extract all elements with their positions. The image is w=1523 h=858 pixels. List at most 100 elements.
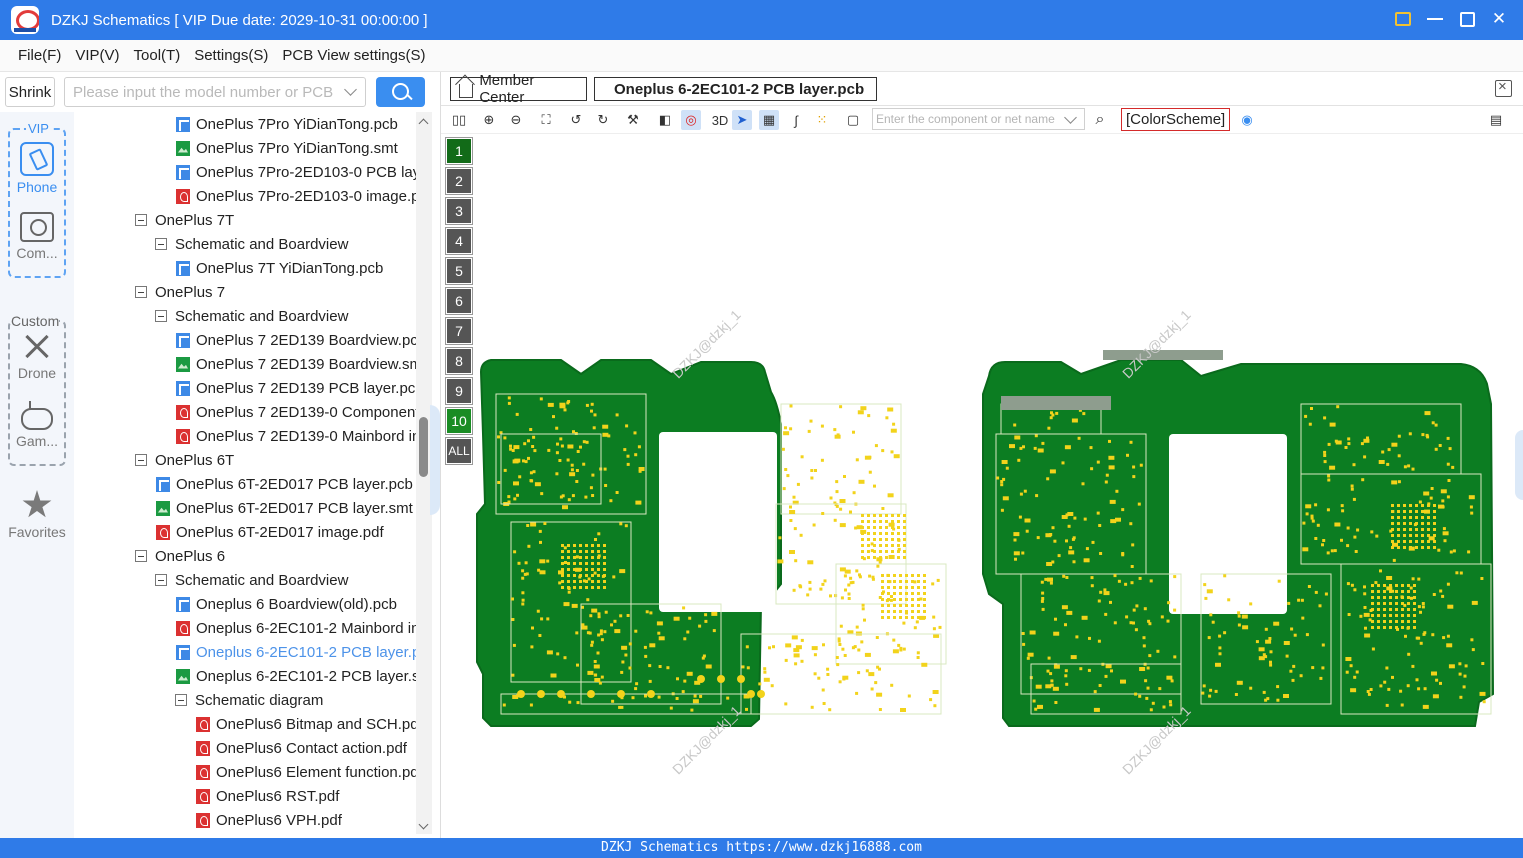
collapse-icon[interactable] [135,214,147,226]
tree-item[interactable]: OnePlus 6T-2ED017 PCB layer.smt [74,496,416,520]
tree-item[interactable]: OnePlus 7Pro YiDianTong.smt [74,136,416,160]
menu-vip[interactable]: VIP(V) [75,47,119,64]
net-search-input[interactable] [873,109,1061,129]
minimize-button[interactable] [1425,8,1445,30]
nav-game[interactable]: Gam... [0,401,74,449]
collapse-icon[interactable] [155,574,167,586]
mouse-icon[interactable]: ▢ [843,110,863,130]
zoom-in-icon[interactable]: ⊕ [479,110,499,130]
maximize-button[interactable] [1457,8,1477,30]
menu-tool[interactable]: Tool(T) [134,47,181,64]
pads-icon[interactable]: ⁙ [812,110,832,130]
color-scheme-button[interactable]: [ColorScheme] [1121,108,1231,131]
home-icon [459,84,474,98]
net-view-icon[interactable]: ▦ [759,110,779,130]
smd-pad [1387,687,1391,691]
tree-item[interactable]: OnePlus6 Element function.pdf [74,760,416,784]
menu-file[interactable]: File(F) [18,47,61,64]
collapse-icon[interactable] [155,238,167,250]
tree-item[interactable]: OnePlus 7 2ED139 PCB layer.pcb [74,376,416,400]
tree-item[interactable]: Schematic diagram [74,688,416,712]
tree-item[interactable]: OnePlus 7 [74,280,416,304]
model-search[interactable] [64,77,366,107]
tree-item[interactable]: OnePlus 7 2ED139 Boardview.smt [74,352,416,376]
chevron-down-icon[interactable] [1064,111,1077,124]
tree-item[interactable]: Schematic and Boardview [74,568,416,592]
menu-pcb-view-settings[interactable]: PCB View settings(S) [282,47,425,64]
zoom-out-icon[interactable]: ⊖ [506,110,526,130]
nav-computer[interactable]: Com... [0,212,74,261]
menu-settings[interactable]: Settings(S) [194,47,268,64]
pcb-canvas[interactable]: 1 2 3 4 5 6 7 8 9 10 ALL DZKJ@dzkj_1 DZKJ@dzkj_1 D… [441,134,1523,838]
shrink-button[interactable]: Shrink [5,77,55,107]
bga-ball [1371,584,1374,587]
nav-drone[interactable]: Drone [0,332,74,381]
tree-item[interactable]: OnePlus 6T-2ED017 image.pdf [74,520,416,544]
tree-item[interactable]: OnePlus 6T [74,448,416,472]
highlight-icon[interactable]: ◎ [681,110,701,130]
pin-icon[interactable]: ➤ [732,110,752,130]
tree-item[interactable]: OnePlus6 RST.pdf [74,784,416,808]
tree-item[interactable]: OnePlus 7 2ED139-0 Mainbord in [74,424,416,448]
model-search-input[interactable] [65,78,335,106]
vip-icon[interactable] [1393,8,1413,30]
tree-item[interactable]: Oneplus 6-2EC101-2 PCB layer.sm [74,664,416,688]
rotate-right-icon[interactable]: ↻ [593,110,613,130]
tree-item[interactable]: OnePlus6 VPH.pdf [74,808,416,832]
split-view-icon[interactable]: ▯▯ [449,110,469,130]
panel-splitter[interactable] [430,405,440,515]
collapse-icon[interactable] [155,310,167,322]
bga-ball [1371,620,1374,623]
fit-view-icon[interactable]: ⛶ [536,110,556,130]
tree-item[interactable]: OnePlus 7T YiDianTong.pcb [74,256,416,280]
smd-pad [1449,550,1453,554]
3d-button[interactable]: 3D [707,110,733,130]
tree-item[interactable]: Schematic and Boardview [74,304,416,328]
tab-member-center[interactable]: Member Center [450,72,587,106]
tree-item[interactable]: OnePlus 7Pro YiDianTong.pcb [74,112,416,136]
mirror-icon[interactable]: ◧ [655,110,675,130]
smd-pad [1072,560,1076,564]
tree-item[interactable]: Schematic and Boardview [74,232,416,256]
tree-item[interactable]: OnePlus 7Pro-2ED103-0 image.pdf [74,184,416,208]
scroll-thumb[interactable] [419,417,428,477]
tree-item[interactable]: OnePlus 7 2ED139-0 Component [74,400,416,424]
chevron-down-icon[interactable] [344,83,357,96]
scroll-down-icon[interactable] [418,819,429,830]
net-search[interactable] [872,108,1085,130]
tree-item[interactable]: OnePlus 7 2ED139 Boardview.pcb [74,328,416,352]
scroll-up-icon[interactable] [418,118,429,129]
tab-active-file[interactable]: Oneplus 6-2EC101-2 PCB layer.pcb [594,77,877,101]
smd-pad [1432,593,1436,596]
smd-pad [1336,405,1340,409]
right-panel-handle[interactable] [1515,430,1523,500]
collapse-icon[interactable] [135,454,147,466]
close-button[interactable]: ✕ [1489,8,1509,30]
collapse-icon[interactable] [135,550,147,562]
nav-phone[interactable]: Phone [0,142,74,195]
tree-item[interactable]: OnePlus 7T [74,208,416,232]
tree-item[interactable]: OnePlus6 Contact action.pdf [74,736,416,760]
trace-icon[interactable]: ∫ [786,110,806,130]
pcb-drawing[interactable] [441,134,1523,838]
tree-item[interactable]: OnePlus 6 [74,544,416,568]
paint-icon[interactable]: ⚒ [623,110,643,130]
rotate-left-icon[interactable]: ↺ [566,110,586,130]
tree-item[interactable]: Oneplus 6 Boardview(old).pcb [74,592,416,616]
search-icon[interactable]: ⌕ [1090,110,1110,130]
panel-toggle-icon[interactable]: ▤ [1486,110,1506,130]
search-button[interactable] [376,77,425,107]
bga-ball [1397,540,1400,543]
tree-item[interactable]: OnePlus6 Bitmap and SCH.pdf [74,712,416,736]
tree-item[interactable]: Oneplus 6-2EC101-2 PCB layer.pc [74,640,416,664]
close-tabs-icon[interactable] [1495,78,1512,97]
tree-item[interactable]: OnePlus 7Pro-2ED103-0 PCB layer.pcb [74,160,416,184]
tree-item[interactable]: Oneplus 6-2EC101-2 Mainbord in [74,616,416,640]
collapse-icon[interactable] [175,694,187,706]
tree-item[interactable]: OnePlus 6T-2ED017 PCB layer.pcb [74,472,416,496]
smd-pad [1124,582,1128,586]
nav-favorites[interactable]: Favorites [0,490,74,540]
eye-icon[interactable]: ◉ [1237,110,1257,130]
bga-ball [881,586,884,589]
collapse-icon[interactable] [135,286,147,298]
